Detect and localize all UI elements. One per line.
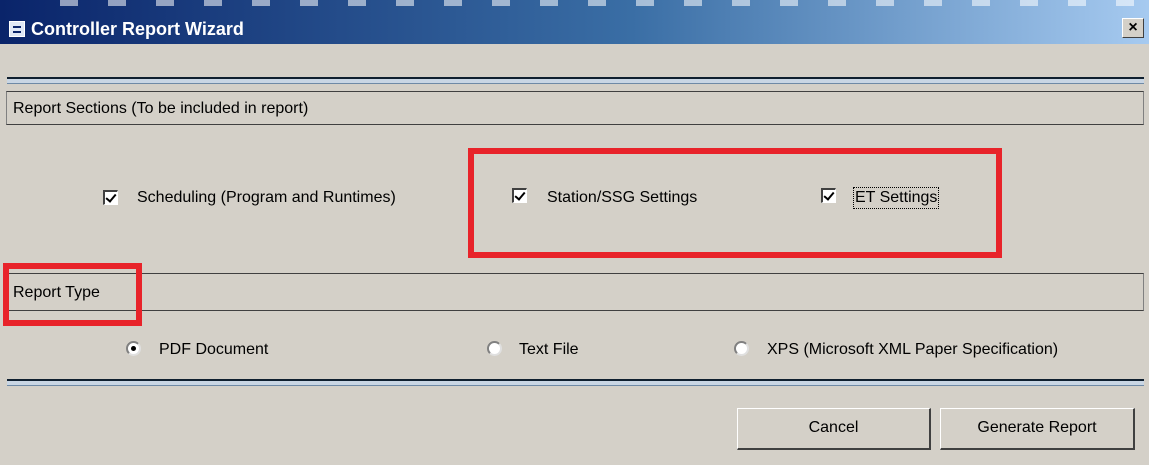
text-file-radio[interactable] xyxy=(487,341,502,356)
xps-radio[interactable] xyxy=(734,341,749,356)
scheduling-label[interactable]: Scheduling (Program and Runtimes) xyxy=(137,189,396,207)
bottom-divider xyxy=(7,379,1144,386)
scheduling-checkbox[interactable] xyxy=(103,190,118,205)
report-type-title: Report Type xyxy=(13,284,100,301)
close-button[interactable]: × xyxy=(1122,18,1144,38)
report-sections-header: Report Sections (To be included in repor… xyxy=(6,91,1144,125)
top-divider xyxy=(7,77,1144,84)
station-ssg-settings-label[interactable]: Station/SSG Settings xyxy=(547,189,697,207)
et-settings-label[interactable]: ET Settings xyxy=(852,187,940,209)
station-ssg-settings-checkbox[interactable] xyxy=(512,188,527,203)
form-icon xyxy=(9,21,25,37)
xps-label[interactable]: XPS (Microsoft XML Paper Specification) xyxy=(767,341,1058,359)
pdf-document-label[interactable]: PDF Document xyxy=(159,341,268,359)
et-settings-checkbox[interactable] xyxy=(821,188,836,203)
text-file-label[interactable]: Text File xyxy=(519,341,579,359)
title-bar-background-strip xyxy=(60,0,1149,6)
report-sections-title: Report Sections (To be included in repor… xyxy=(13,100,309,117)
window-title: Controller Report Wizard xyxy=(31,19,244,39)
cancel-button[interactable]: Cancel xyxy=(737,408,931,450)
pdf-document-radio[interactable] xyxy=(126,341,141,356)
generate-report-button[interactable]: Generate Report xyxy=(940,408,1135,450)
title-bar: Controller Report Wizard × xyxy=(0,0,1149,44)
report-type-header: Report Type xyxy=(6,273,1144,311)
